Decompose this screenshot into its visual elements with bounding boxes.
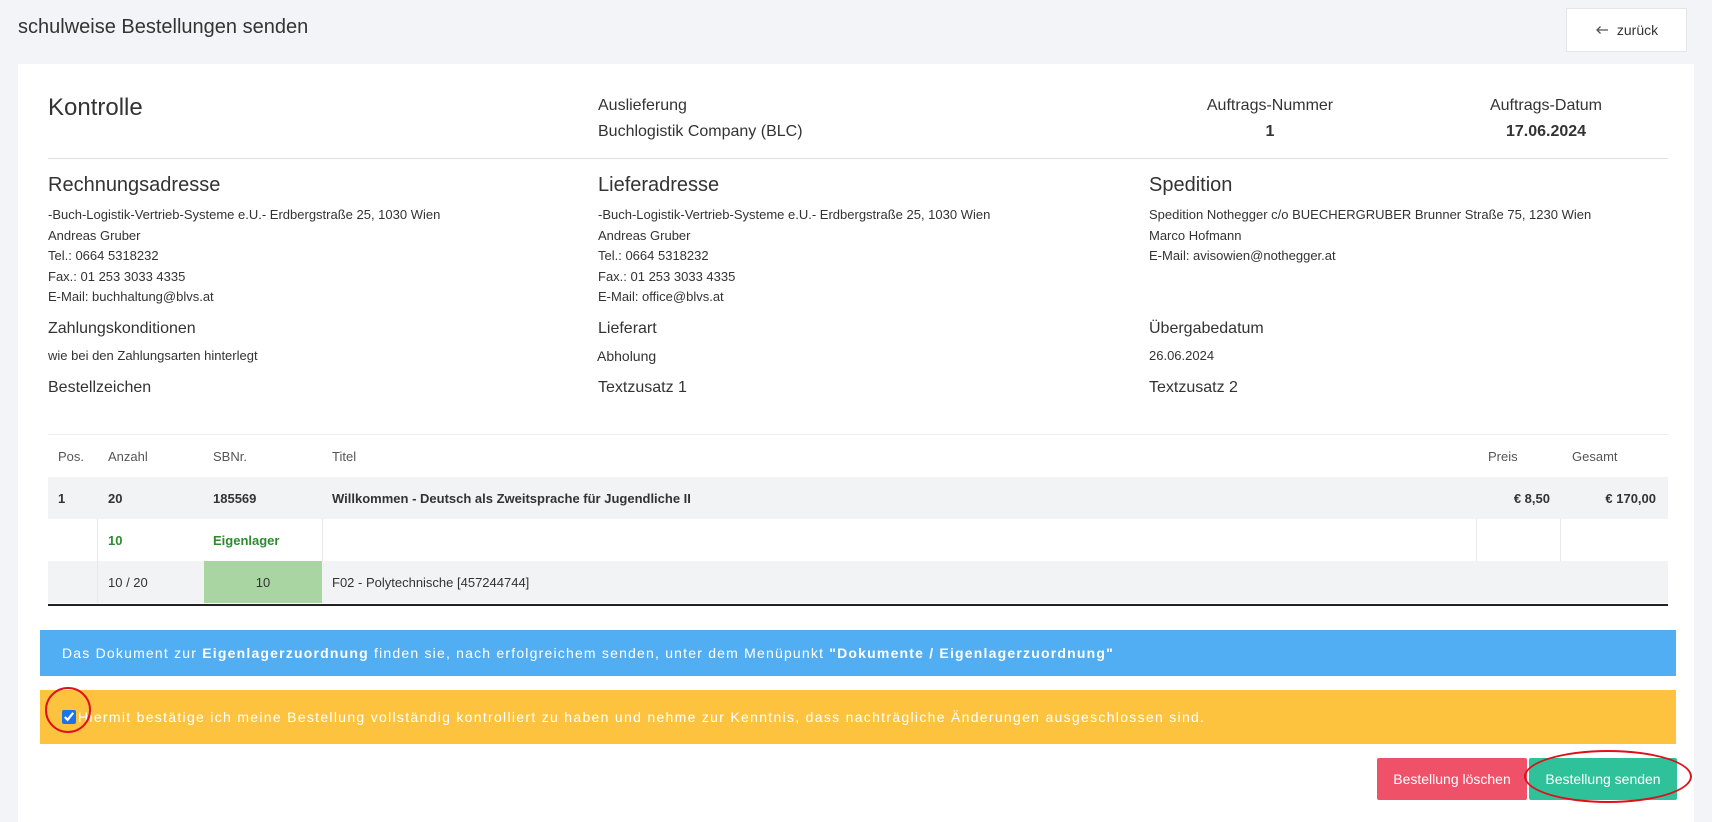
row-anzahl: 20 <box>108 490 123 506</box>
table-header-row: Pos. Anzahl SBNr. Titel Preis Gesamt <box>48 435 1668 477</box>
auftragsnummer-label: Auftrags-Nummer <box>1206 97 1334 114</box>
address-line: E-Mail: office@blvs.at <box>598 289 724 304</box>
auslieferung-label: Auslieferung <box>598 97 687 114</box>
address-line: Andreas Gruber <box>48 227 141 243</box>
auftragsdatum-label: Auftrags-Datum <box>1489 97 1603 114</box>
header-preis: Preis <box>1488 448 1518 464</box>
header-gesamt: Gesamt <box>1572 448 1618 464</box>
rechnungsadresse-block: -Buch-Logistik-Vertrieb-Systeme e.U.- Er… <box>48 205 440 308</box>
textzusatz1-label: Textzusatz 1 <box>598 379 687 396</box>
address-line: -Buch-Logistik-Vertrieb-Systeme e.U.- Er… <box>48 207 441 222</box>
address-line: E-Mail: avisowien@nothegger.at <box>1149 248 1336 263</box>
address-line: Fax.: 01 253 3033 4335 <box>48 268 186 284</box>
checkbox-highlight-circle <box>45 687 91 733</box>
address-line: Andreas Gruber <box>598 227 691 243</box>
info-bold-2: "Dokumente / Eigenlagerzuordnung" <box>829 645 1114 661</box>
zahlungskonditionen-value: wie bei den Zahlungsarten hinterlegt <box>48 348 258 363</box>
row-preis: € 8,50 <box>1513 490 1550 506</box>
eigenlager-label: Eigenlager <box>213 532 280 548</box>
address-line: Marco Hofmann <box>1149 227 1242 243</box>
auslieferung-value: Buchlogistik Company (BLC) <box>598 123 803 140</box>
arrow-left-icon <box>1595 26 1608 34</box>
confirm-text: Hiermit bestätige ich meine Bestellung v… <box>78 709 1206 725</box>
address-line: -Buch-Logistik-Vertrieb-Systeme e.U.- Er… <box>598 207 991 222</box>
table-bottom-border <box>48 604 1668 606</box>
eigenlager-row: 10 Eigenlager <box>48 519 1668 561</box>
back-button[interactable]: zurück <box>1566 8 1687 52</box>
header-titel: Titel <box>332 448 357 464</box>
info-alert: Das Dokument zur Eigenlagerzuordnung fin… <box>40 630 1676 676</box>
info-text-2: finden sie, nach erfolgreichem senden, u… <box>368 645 830 661</box>
uebergabedatum-value: 26.06.2024 <box>1149 348 1215 363</box>
rechnungsadresse-heading: Rechnungsadresse <box>48 174 221 196</box>
row-pos: 1 <box>58 490 66 506</box>
kontrolle-heading: Kontrolle <box>48 94 143 121</box>
order-table: Pos. Anzahl SBNr. Titel Preis Gesamt 1 2… <box>48 434 1668 603</box>
auftragsdatum-value: 17.06.2024 <box>1505 123 1587 140</box>
spedition-block: Spedition Nothegger c/o BUECHERGRUBER Br… <box>1149 205 1591 267</box>
row-sbnr: 185569 <box>213 490 257 506</box>
address-line: Tel.: 0664 5318232 <box>598 248 709 263</box>
textzusatz2-label: Textzusatz 2 <box>1149 379 1238 396</box>
address-line: Spedition Nothegger c/o BUECHERGRUBER Br… <box>1149 207 1592 222</box>
header-anzahl: Anzahl <box>108 448 148 464</box>
row-gesamt: € 170,00 <box>1605 490 1656 506</box>
lieferadresse-block: -Buch-Logistik-Vertrieb-Systeme e.U.- Er… <box>598 205 990 308</box>
schule-ratio: 10 / 20 <box>108 574 148 590</box>
lieferart-label: Lieferart <box>598 320 657 337</box>
header-divider <box>48 158 1668 159</box>
delete-order-button[interactable]: Bestellung löschen <box>1377 758 1527 800</box>
lieferart-value: Abholung <box>597 348 657 364</box>
table-row[interactable]: 1 20 185569 Willkommen - Deutsch als Zwe… <box>48 477 1668 519</box>
schule-name: F02 - Polytechnische [457244744] <box>332 574 530 590</box>
back-button-label: zurück <box>1616 22 1659 38</box>
lieferadresse-heading: Lieferadresse <box>598 174 720 196</box>
header-pos: Pos. <box>58 448 85 464</box>
row-titel: Willkommen - Deutsch als Zweitsprache fü… <box>332 490 691 506</box>
page-title: schulweise Bestellungen senden <box>18 16 309 38</box>
auftragsnummer-value: 1 <box>1265 123 1275 140</box>
info-bold-1: Eigenlagerzuordnung <box>202 645 369 661</box>
schule-menge[interactable]: 10 <box>204 561 322 603</box>
zahlungskonditionen-label: Zahlungskonditionen <box>48 320 196 337</box>
address-line: Fax.: 01 253 3033 4335 <box>598 268 736 284</box>
bestellzeichen-label: Bestellzeichen <box>48 379 152 396</box>
spedition-heading: Spedition <box>1149 174 1233 196</box>
info-text-1: Das Dokument zur <box>62 645 203 661</box>
eigenlager-anzahl: 10 <box>108 532 123 548</box>
address-line: E-Mail: buchhaltung@blvs.at <box>48 289 214 304</box>
header-sbnr: SBNr. <box>213 448 247 464</box>
uebergabedatum-label: Übergabedatum <box>1149 320 1264 337</box>
schule-row: 10 / 20 10 F02 - Polytechnische [4572447… <box>48 561 1668 603</box>
send-button-highlight-circle <box>1524 750 1692 803</box>
confirm-alert: Hiermit bestätige ich meine Bestellung v… <box>40 690 1676 744</box>
address-line: Tel.: 0664 5318232 <box>48 248 159 263</box>
